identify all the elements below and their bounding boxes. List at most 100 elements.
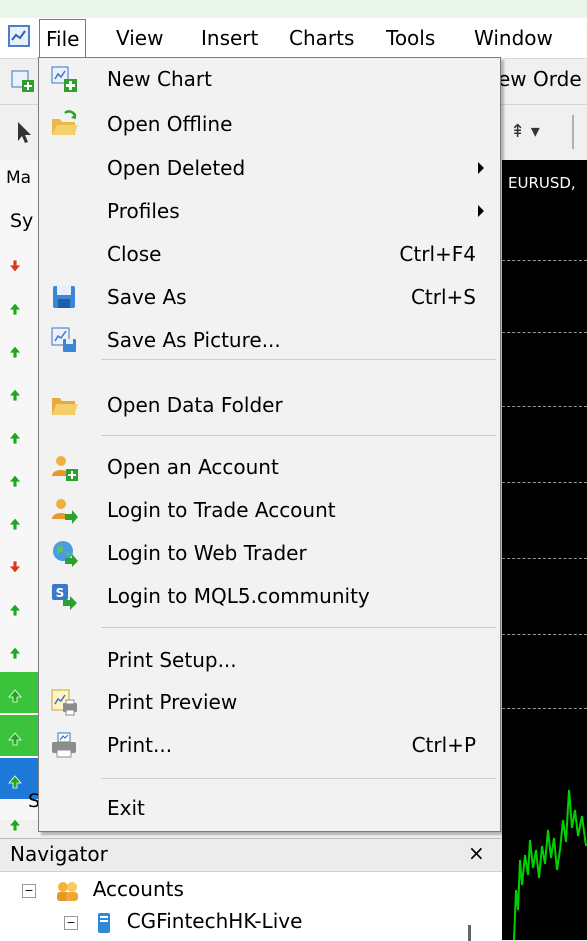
menu-item-label: New Chart [107, 67, 212, 91]
menu-insert[interactable]: Insert [195, 18, 264, 58]
menu-item-label: Exit [107, 796, 145, 820]
up-arrow-icon [8, 598, 22, 617]
server-icon [96, 912, 112, 934]
chart-gridline [502, 708, 587, 709]
market-watch-row[interactable] [0, 457, 38, 498]
cursor-icon[interactable] [10, 119, 36, 145]
accounts-label: Accounts [92, 877, 184, 901]
app-chart-icon[interactable] [8, 25, 30, 47]
up-arrow-icon [8, 512, 22, 531]
chart-gridline [502, 634, 587, 635]
market-watch-row[interactable] [0, 242, 38, 283]
chart-gridline [502, 406, 587, 407]
market-watch-row[interactable] [0, 586, 38, 627]
login-user-icon [49, 495, 79, 525]
navigator-scrollbar[interactable] [468, 925, 471, 941]
symbol-column-header[interactable]: Sy [10, 210, 33, 232]
new-chart-icon [49, 64, 79, 94]
chart-gridline [502, 332, 587, 333]
menu-item-label: Save As Picture... [107, 328, 281, 352]
up-arrow-icon [8, 813, 22, 832]
market-watch-row[interactable] [0, 629, 38, 670]
market-watch-row[interactable] [0, 500, 38, 541]
menu-item-login-to-trade-account[interactable]: Login to Trade Account [39, 489, 500, 531]
menu-item-label: Close [107, 242, 162, 266]
menu-item-open-an-account[interactable]: Open an Account [39, 446, 500, 488]
market-watch-row[interactable] [0, 285, 38, 326]
menu-item-exit[interactable]: Exit [39, 787, 500, 829]
new-chart-toolbar-icon[interactable] [10, 68, 36, 94]
objects-dropdown-icon[interactable]: ⇞ ▾ [510, 121, 540, 142]
menu-item-label: Save As [107, 285, 187, 309]
menu-view[interactable]: View [110, 18, 169, 58]
submenu-arrow-icon [478, 205, 484, 217]
menu-item-save-as[interactable]: Save As Ctrl+S [39, 276, 500, 318]
printer-icon [49, 730, 79, 760]
svg-text:S: S [56, 586, 65, 600]
chart-symbol-label: EURUSD, [508, 174, 576, 192]
print-preview-icon [49, 687, 79, 717]
server-label: CGFintechHK-Live [126, 909, 303, 933]
menu-item-label: Login to Web Trader [107, 541, 307, 565]
menu-item-open-offline[interactable]: Open Offline [39, 103, 500, 145]
chart-gridline [502, 558, 587, 559]
menu-item-print[interactable]: Print... Ctrl+P [39, 724, 500, 766]
chart-window[interactable]: EURUSD, [502, 160, 587, 940]
menu-item-label: Login to Trade Account [107, 498, 336, 522]
menu-item-profiles[interactable]: Profiles [39, 190, 500, 232]
menu-item-login-to-web-trader[interactable]: Login to Web Trader [39, 532, 500, 574]
up-arrow-icon [8, 426, 22, 445]
top-strip [0, 0, 587, 18]
menu-item-save-as-picture[interactable]: Save As Picture... [39, 319, 500, 361]
market-watch-panel: Ma Sy S [0, 160, 40, 832]
menu-charts[interactable]: Charts [283, 18, 360, 58]
up-arrow-icon [8, 469, 22, 488]
file-menu-dropdown: New Chart Open Offline Open Deleted Profile… [38, 57, 501, 832]
market-watch-row[interactable] [0, 672, 38, 713]
menu-item-print-setup[interactable]: Print Setup... [39, 639, 500, 681]
market-watch-row[interactable] [0, 414, 38, 455]
new-order-button[interactable]: ew Orde [498, 67, 582, 91]
tree-item-server[interactable]: − CGFintechHK-Live [64, 909, 302, 934]
up-arrow-icon [8, 383, 22, 402]
collapse-icon[interactable]: − [64, 915, 78, 930]
menu-item-new-chart[interactable]: New Chart [39, 58, 500, 100]
menu-item-label: Open an Account [107, 455, 279, 479]
menu-separator [101, 778, 496, 779]
menu-item-shortcut: Ctrl+P [411, 733, 476, 757]
menu-item-open-deleted[interactable]: Open Deleted [39, 147, 500, 189]
menu-separator [101, 435, 496, 436]
up-arrow-icon [8, 727, 22, 746]
save-icon [49, 282, 79, 312]
market-watch-row[interactable] [0, 543, 38, 584]
menu-file[interactable]: File [39, 19, 87, 59]
toolbar-separator [572, 115, 574, 149]
collapse-icon[interactable]: − [22, 883, 36, 898]
menu-item-label: Profiles [107, 199, 180, 223]
menu-item-label: Open Deleted [107, 156, 246, 180]
open-offline-icon [49, 109, 79, 139]
menu-separator [101, 359, 496, 360]
menu-item-label: Open Data Folder [107, 393, 283, 417]
menu-window[interactable]: Window [468, 18, 559, 58]
add-user-icon [49, 452, 79, 482]
tree-item-accounts[interactable]: − Accounts [22, 877, 184, 902]
navigator-header: Navigator × [0, 839, 502, 872]
menu-item-close[interactable]: Close Ctrl+F4 [39, 233, 500, 275]
market-watch-row[interactable] [0, 715, 38, 756]
price-candles [513, 789, 587, 940]
market-watch-row[interactable] [0, 371, 38, 412]
navigator-title: Navigator [10, 842, 108, 866]
navigator-panel: Navigator × − Accounts − CGFintechHK-Liv… [0, 838, 502, 941]
down-arrow-icon [8, 254, 22, 273]
market-watch-row[interactable] [0, 328, 38, 369]
up-arrow-icon [8, 641, 22, 660]
menu-item-open-data-folder[interactable]: Open Data Folder [39, 384, 500, 426]
close-icon[interactable]: × [468, 841, 485, 865]
menu-tools[interactable]: Tools [380, 18, 441, 58]
menu-item-login-to-mql5-community[interactable]: S Login to MQL5.community [39, 575, 500, 617]
menu-item-print-preview[interactable]: Print Preview [39, 681, 500, 723]
menu-bar: File View Insert Charts Tools Window [0, 18, 587, 59]
submenu-arrow-icon [478, 162, 484, 174]
menu-item-shortcut: Ctrl+F4 [399, 242, 476, 266]
